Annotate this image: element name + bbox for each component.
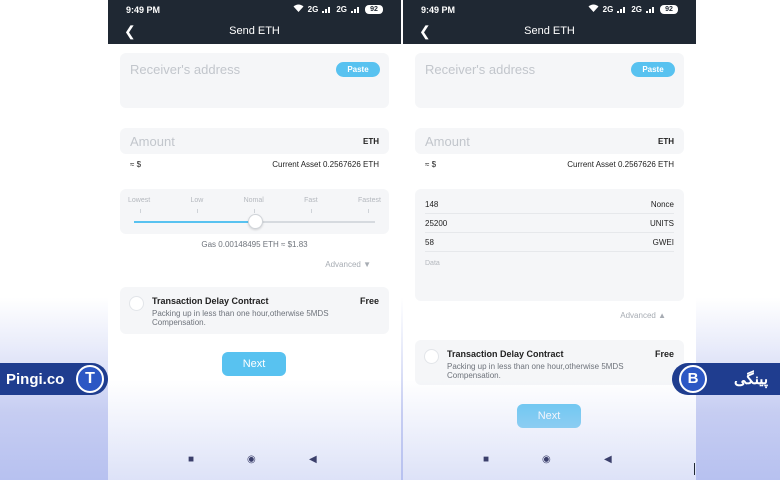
tick — [311, 209, 312, 213]
status-icons: 2G 2G 92 — [293, 4, 383, 15]
system-nav-bar: ■ ◉ ◀ — [108, 454, 401, 472]
receiver-address-placeholder: Receiver's address — [425, 62, 536, 77]
status-icons: 2G 2G 92 — [588, 4, 678, 15]
battery-icon: 92 — [365, 5, 383, 14]
status-bar: 9:49 PM 2G 2G 92 — [108, 0, 401, 20]
slider-fill — [134, 221, 255, 223]
amount-unit: ETH — [658, 137, 674, 146]
advanced-toggle[interactable]: Advanced ▲ — [620, 311, 666, 320]
delay-contract-option[interactable]: Transaction Delay Contract Free Packing … — [415, 340, 684, 385]
pingi-brand-band: Pingi.co T — [0, 363, 108, 395]
tick — [368, 209, 369, 213]
delay-contract-price: Free — [359, 296, 379, 306]
gas-units-label: UNITS — [650, 219, 674, 228]
current-asset: Current Asset 0.2567626 ETH — [567, 160, 674, 169]
battery-icon: 92 — [660, 5, 678, 14]
wifi-icon — [293, 4, 304, 15]
page-title: Send ETH — [524, 25, 575, 37]
signal-icon — [617, 5, 627, 15]
advanced-toggle[interactable]: Advanced ▼ — [325, 260, 371, 269]
receiver-address-placeholder: Receiver's address — [130, 62, 241, 77]
gas-price-value: 58 — [425, 238, 434, 247]
tick — [254, 209, 255, 213]
nonce-value: 148 — [425, 200, 439, 209]
home-button[interactable]: ◉ — [247, 454, 256, 465]
network-type-icon: 2G — [307, 4, 319, 14]
gas-units-value: 25200 — [425, 219, 448, 228]
paste-button[interactable]: Paste — [631, 62, 675, 77]
amount-placeholder: Amount — [425, 134, 470, 149]
amount-field[interactable]: Amount ETH — [415, 128, 684, 154]
system-nav-bar: ■ ◉ ◀ — [403, 454, 696, 472]
recent-apps-button[interactable]: ■ — [188, 454, 194, 465]
brand-name: Pingi.co — [6, 371, 65, 388]
speed-labels: Lowest Low Nomal Fast Fastest — [128, 197, 381, 204]
delay-contract-title: Transaction Delay Contract — [152, 296, 269, 306]
gas-fee-text: Gas 0.00148495 ETH ≈ $1.83 — [201, 240, 308, 249]
slider-track[interactable] — [134, 214, 375, 229]
status-time: 9:49 PM — [421, 5, 456, 15]
delay-contract-description: Packing up in less than one hour,otherwi… — [152, 309, 329, 327]
status-bar: 9:49 PM 2G 2G 92 — [403, 0, 696, 20]
signal-icon — [322, 5, 332, 15]
delay-contract-radio[interactable] — [129, 296, 144, 311]
fee-speed-slider[interactable]: Lowest Low Nomal Fast Fastest — [120, 189, 389, 234]
delay-contract-description: Packing up in less than one hour,otherwi… — [447, 362, 624, 380]
phone-screen-basic: 9:49 PM 2G 2G 92 ❮ Send ETH Receiver's a… — [108, 0, 401, 480]
gas-price-row[interactable]: 58 GWEI — [425, 234, 674, 252]
text-cursor — [694, 463, 695, 475]
signal-icon-2 — [646, 5, 656, 15]
receiver-address-field[interactable]: Receiver's address Paste — [415, 53, 684, 108]
recent-apps-button[interactable]: ■ — [483, 454, 489, 465]
brand-name-fa: پینگی — [733, 371, 768, 388]
delay-contract-radio[interactable] — [424, 349, 439, 364]
speed-ticks — [140, 209, 369, 213]
wifi-icon — [588, 4, 599, 15]
status-time: 9:49 PM — [126, 5, 161, 15]
receiver-address-field[interactable]: Receiver's address Paste — [120, 53, 389, 108]
fiat-estimate: ≈ $ — [425, 160, 437, 169]
gas-units-row[interactable]: 25200 UNITS — [425, 215, 674, 233]
slider-thumb[interactable] — [247, 214, 263, 229]
signal-icon-2 — [351, 5, 361, 15]
delay-contract-option[interactable]: Transaction Delay Contract Free Packing … — [120, 287, 389, 334]
network-type-icon-2: 2G — [336, 4, 347, 14]
back-button[interactable]: ◀ — [604, 454, 612, 465]
paste-button[interactable]: Paste — [336, 62, 380, 77]
amount-placeholder: Amount — [130, 134, 175, 149]
phone-screen-advanced: 9:49 PM 2G 2G 92 ❮ Send ETH Receiver's a… — [403, 0, 696, 480]
next-button[interactable]: Next — [222, 352, 286, 376]
bitcoin-logo-icon: B — [679, 365, 707, 393]
tether-logo-icon: T — [76, 365, 104, 393]
speed-label-fast[interactable]: Fast — [304, 197, 318, 204]
top-navigation: ❮ Send ETH — [403, 20, 696, 44]
nonce-label: Nonce — [650, 200, 674, 209]
speed-label-low[interactable]: Low — [190, 197, 203, 204]
speed-label-lowest[interactable]: Lowest — [128, 197, 150, 204]
home-button[interactable]: ◉ — [542, 454, 551, 465]
top-navigation: ❮ Send ETH — [108, 20, 401, 44]
gas-price-label: GWEI — [652, 238, 674, 247]
data-input[interactable]: Data — [425, 260, 440, 267]
current-asset: Current Asset 0.2567626 ETH — [272, 160, 379, 169]
network-type-icon-2: 2G — [631, 4, 642, 14]
advanced-settings-panel: 148 Nonce 25200 UNITS 58 GWEI Data — [415, 189, 684, 301]
delay-contract-title: Transaction Delay Contract — [447, 349, 564, 359]
pingi-brand-band-fa: B پینگی — [672, 363, 780, 395]
back-button[interactable]: ◀ — [309, 454, 317, 465]
fiat-estimate: ≈ $ — [130, 160, 142, 169]
tick — [140, 209, 141, 213]
speed-label-normal[interactable]: Nomal — [244, 197, 264, 204]
next-button[interactable]: Next — [517, 404, 581, 428]
speed-label-fastest[interactable]: Fastest — [358, 197, 381, 204]
amount-field[interactable]: Amount ETH — [120, 128, 389, 154]
tick — [197, 209, 198, 213]
network-type-icon: 2G — [602, 4, 614, 14]
page-title: Send ETH — [229, 25, 280, 37]
amount-unit: ETH — [363, 137, 379, 146]
delay-contract-price: Free — [654, 349, 674, 359]
nonce-row[interactable]: 148 Nonce — [425, 196, 674, 214]
